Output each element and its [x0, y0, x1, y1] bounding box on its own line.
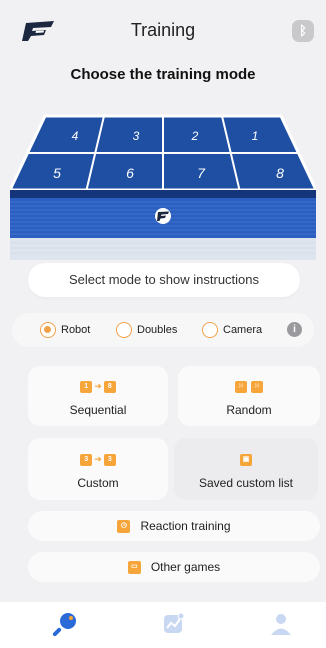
header: Training ᛒ — [0, 0, 326, 60]
zone-2[interactable]: 2 — [191, 129, 199, 143]
radio-robot-label: Robot — [61, 324, 91, 336]
radio-robot[interactable]: Robot — [40, 321, 90, 339]
mode-selector: Robot Doubles Camera i — [12, 313, 314, 347]
saved-custom-card[interactable]: ▣ Saved custom list — [174, 438, 318, 500]
radio-camera-indicator[interactable] — [202, 322, 218, 338]
clock-icon: ◷ — [117, 519, 131, 533]
other-games-label: Other games — [150, 560, 221, 574]
reaction-training-button[interactable]: ◷ Reaction training — [28, 511, 320, 541]
custom-label: Custom — [77, 476, 119, 490]
sequential-label: Sequential — [69, 403, 127, 417]
reaction-training-label: Reaction training — [140, 519, 231, 533]
sequential-icon: 1 ➜ 8 — [28, 378, 168, 396]
profile-icon[interactable] — [266, 610, 296, 638]
bluetooth-icon[interactable]: ᛒ — [292, 20, 314, 42]
random-card[interactable]: ⁙ ⁙ Random — [178, 366, 320, 426]
zone-3[interactable]: 3 — [133, 129, 140, 143]
gamepad-icon: ▭ — [127, 560, 141, 574]
custom-card[interactable]: 3 ➜ 3 Custom — [28, 438, 168, 500]
saved-list-icon: ▣ — [174, 451, 318, 469]
other-games-button[interactable]: ▭ Other games — [28, 552, 320, 582]
table-diagram: 4 3 2 1 5 6 7 8 — [7, 110, 319, 260]
saved-custom-label: Saved custom list — [198, 476, 294, 490]
instructions-bar[interactable]: Select mode to show instructions — [28, 263, 300, 297]
table-svg: 4 3 2 1 5 6 7 8 — [7, 114, 319, 260]
radio-doubles-indicator[interactable] — [116, 322, 132, 338]
stats-icon[interactable] — [158, 610, 188, 638]
page-title: Training — [130, 20, 196, 40]
dice-icon: ⁙ ⁙ — [178, 378, 320, 396]
zone-7[interactable]: 7 — [197, 165, 206, 181]
radio-camera[interactable]: Camera — [202, 321, 262, 339]
zone-8[interactable]: 8 — [276, 165, 284, 181]
paddle-icon[interactable] — [51, 610, 81, 638]
radio-doubles[interactable]: Doubles — [116, 321, 177, 339]
net-logo — [155, 208, 171, 224]
zone-5[interactable]: 5 — [53, 165, 61, 181]
zone-1[interactable]: 1 — [252, 129, 259, 143]
radio-camera-label: Camera — [223, 324, 263, 336]
sequential-card[interactable]: 1 ➜ 8 Sequential — [28, 366, 168, 426]
radio-robot-indicator[interactable] — [40, 322, 56, 338]
radio-doubles-label: Doubles — [137, 324, 178, 336]
info-icon[interactable]: i — [287, 322, 302, 337]
random-label: Random — [226, 403, 272, 417]
zone-4[interactable]: 4 — [72, 129, 79, 143]
tab-bar — [0, 602, 326, 648]
zone-6[interactable]: 6 — [126, 165, 134, 181]
mode-heading: Choose the training mode — [70, 66, 256, 83]
custom-icon: 3 ➜ 3 — [28, 451, 168, 469]
